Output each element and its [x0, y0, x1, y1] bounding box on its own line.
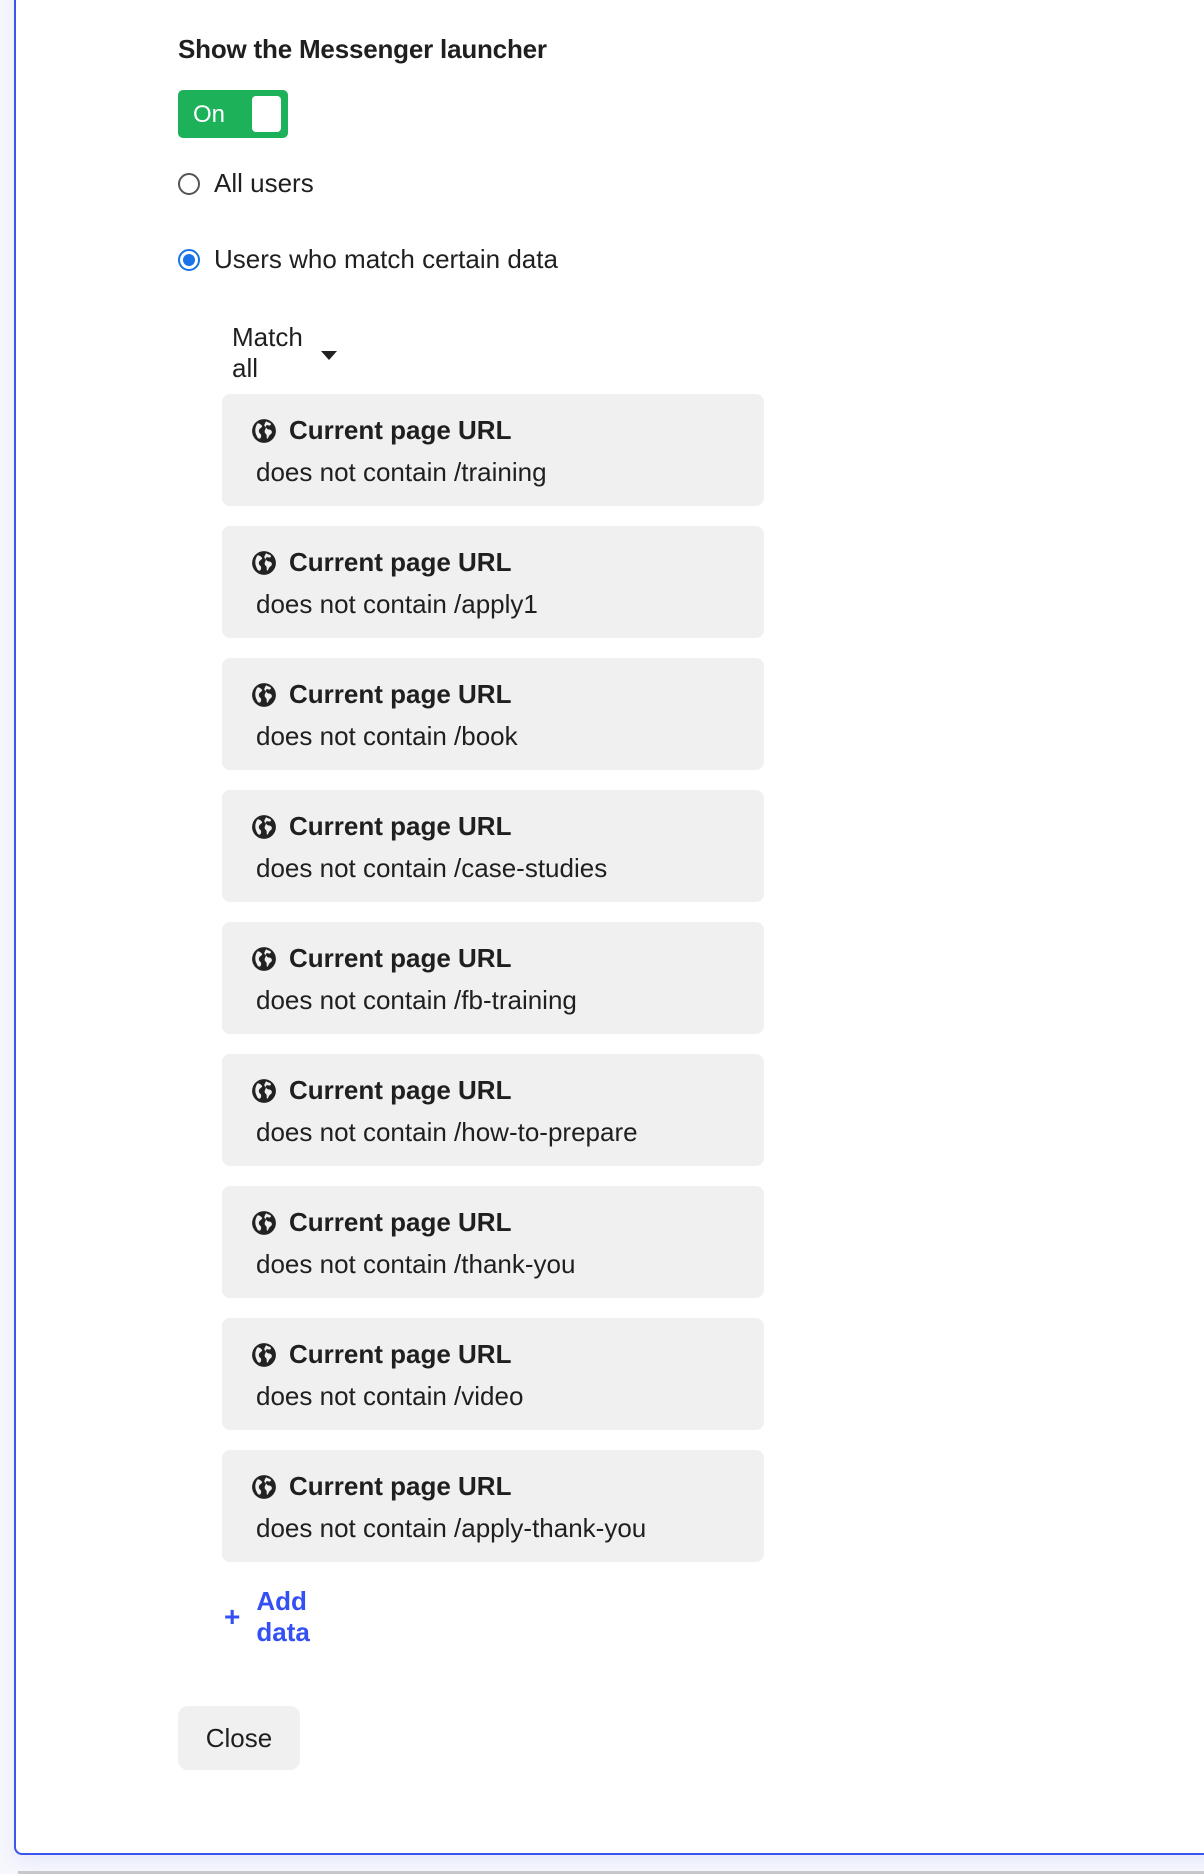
radio-matching-users[interactable]: Users who match certain data [178, 244, 558, 275]
rule-condition: does not contain /training [256, 457, 547, 487]
radio-label: Users who match certain data [214, 244, 558, 274]
rule-attribute: Current page URL [289, 415, 512, 445]
rule-title: Current page URL [251, 415, 511, 446]
toggle-knob [252, 96, 281, 132]
rule-title: Current page URL [251, 943, 511, 974]
rule-attribute: Current page URL [289, 1471, 512, 1501]
rule-condition: does not contain /book [256, 721, 518, 751]
rule-attribute: Current page URL [289, 547, 512, 577]
rule-condition: does not contain /how-to-prepare [256, 1117, 638, 1147]
rule-card[interactable]: Current page URL does not contain /case-s… [222, 790, 764, 902]
rule-card[interactable]: Current page URL does not contain /traini… [222, 394, 764, 506]
rule-card[interactable]: Current page URL does not contain /book [222, 658, 764, 770]
rule-title: Current page URL [251, 1207, 511, 1238]
rule-attribute: Current page URL [289, 1339, 512, 1369]
rule-title: Current page URL [251, 1471, 511, 1502]
rule-condition: does not contain /case-studies [256, 853, 608, 883]
globe-icon [251, 682, 277, 708]
globe-icon [251, 814, 277, 840]
rule-condition: does not contain /fb-training [256, 985, 577, 1015]
match-mode-dropdown[interactable]: Match all [232, 322, 337, 384]
globe-icon [251, 946, 277, 972]
rule-list: Current page URL does not contain /traini… [222, 394, 764, 1582]
rule-condition: does not contain /video [256, 1381, 524, 1411]
globe-icon [251, 1342, 277, 1368]
rule-attribute: Current page URL [289, 679, 512, 709]
globe-icon [251, 1474, 277, 1500]
launcher-settings-panel: Show the Messenger launcher On All users… [14, 0, 1204, 1855]
globe-icon [251, 418, 277, 444]
rule-card[interactable]: Current page URL does not contain /apply1 [222, 526, 764, 638]
rule-condition: does not contain /apply-thank-you [256, 1513, 647, 1543]
rule-attribute: Current page URL [289, 1207, 512, 1237]
rule-card[interactable]: Current page URL does not contain /thank-… [222, 1186, 764, 1298]
launcher-toggle[interactable]: On [178, 90, 288, 138]
globe-icon [251, 1210, 277, 1236]
caret-down-icon [320, 350, 337, 360]
globe-icon [251, 550, 277, 576]
rule-card[interactable]: Current page URL does not contain /video [222, 1318, 764, 1430]
rule-title: Current page URL [251, 547, 511, 578]
radio-all-users[interactable]: All users [178, 168, 314, 199]
match-mode-label: Match all [232, 322, 303, 383]
rule-title: Current page URL [251, 1339, 511, 1370]
rule-attribute: Current page URL [289, 943, 512, 973]
radio-button[interactable] [178, 172, 200, 195]
add-data-button[interactable]: + Add data [224, 1586, 310, 1648]
rule-card[interactable]: Current page URL does not contain /apply-… [222, 1450, 764, 1562]
rule-attribute: Current page URL [289, 1075, 512, 1105]
section-heading: Show the Messenger launcher [178, 34, 547, 64]
rule-title: Current page URL [251, 679, 511, 710]
rule-title: Current page URL [251, 1075, 511, 1106]
rule-card[interactable]: Current page URL does not contain /how-to… [222, 1054, 764, 1166]
add-data-label: Add data [256, 1586, 310, 1647]
plus-icon: + [224, 1601, 241, 1632]
close-button[interactable]: Close [178, 1706, 300, 1770]
rule-condition: does not contain /apply1 [256, 589, 538, 619]
rule-condition: does not contain /thank-you [256, 1249, 576, 1279]
rule-attribute: Current page URL [289, 811, 512, 841]
globe-icon [251, 1078, 277, 1104]
toggle-label: On [193, 101, 226, 128]
radio-label: All users [214, 168, 314, 198]
radio-button-checked[interactable] [178, 248, 200, 271]
rule-title: Current page URL [251, 811, 511, 842]
rule-card[interactable]: Current page URL does not contain /fb-tra… [222, 922, 764, 1034]
